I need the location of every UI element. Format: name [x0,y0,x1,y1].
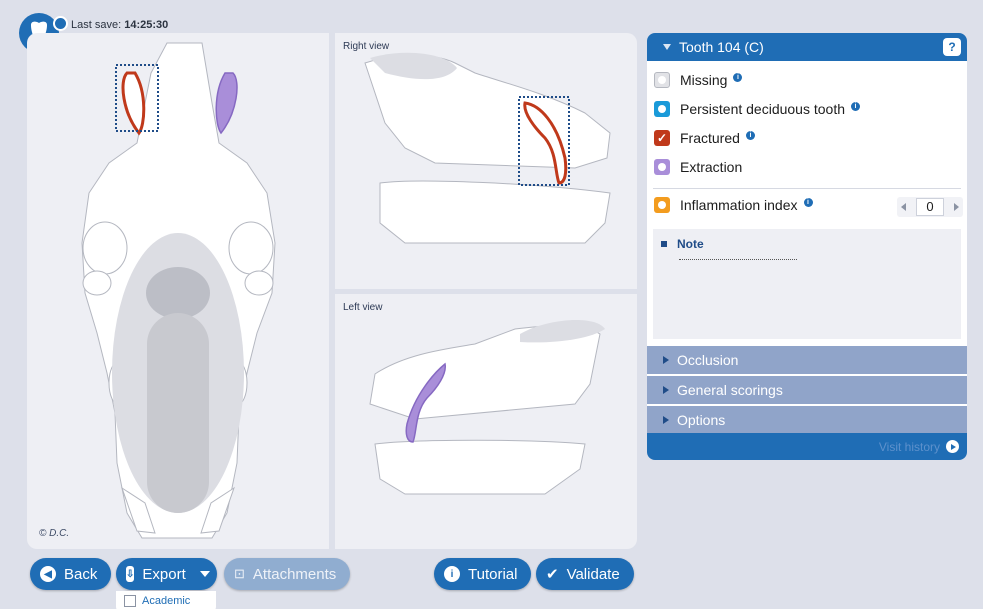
chevron-right-icon [663,356,669,364]
chevron-right-icon [663,386,669,394]
info-icon[interactable]: i [803,197,813,207]
attachments-label: Attachments [252,565,337,583]
copyright-text: © D.C. [39,528,70,539]
chevron-down-icon [663,44,671,50]
export-document-icon: ⇩ [126,566,135,582]
note-title: Note [677,237,704,251]
last-save-time: 14:25:30 [124,19,169,31]
square-bullet-icon [661,241,667,247]
option-inflammation-index[interactable]: Inflammation index i [654,197,813,213]
general-scorings-label: General scorings [677,382,783,398]
tooth-panel-header[interactable]: Tooth 104 (C) [647,33,967,61]
back-label: Back [64,565,98,583]
inflammation-label: Inflammation index [680,197,798,213]
export-button[interactable]: ⇩ Export [116,558,217,590]
play-circle-icon[interactable] [946,440,959,453]
validate-button[interactable]: ✔ Validate [536,558,634,590]
extraction-label: Extraction [680,159,743,175]
occlusion-label: Occlusion [677,352,739,368]
info-icon[interactable]: i [851,101,860,111]
missing-label: Missing [680,72,728,88]
extraction-checkbox[interactable] [654,159,670,175]
section-options[interactable]: Options [647,406,967,434]
option-missing[interactable]: Missing i [654,72,743,88]
persistent-deciduous-checkbox[interactable] [654,101,670,117]
academic-checkbox[interactable] [124,595,136,607]
help-button[interactable]: ? [943,38,961,56]
academic-label: Academic [142,595,191,607]
lock-icon[interactable] [53,16,68,31]
tutorial-button[interactable]: i Tutorial [434,558,532,590]
decrement-icon[interactable] [901,203,906,211]
academic-option[interactable]: Academic [116,591,216,609]
missing-checkbox[interactable] [654,72,670,88]
option-extraction[interactable]: Extraction [654,159,742,175]
occlusal-view-panel: © D.C. [27,33,329,549]
chevron-down-icon [199,571,210,577]
visit-history-label[interactable]: Visit history [879,440,940,454]
attachment-icon: ⊡ [234,566,245,581]
options-label: Options [677,412,726,428]
note-header: Note [661,237,704,251]
info-icon[interactable]: i [733,72,743,82]
tutorial-label: Tutorial [468,565,518,583]
inflammation-value[interactable]: 0 [916,198,944,216]
inflammation-stepper[interactable]: 0 [897,197,963,217]
inflammation-checkbox[interactable] [654,197,670,213]
note-input-line[interactable] [679,259,797,260]
back-button[interactable]: ◀ Back [30,558,112,590]
tooth-details-panel: Tooth 104 (C) ? Missing i Persistent dec… [647,33,967,460]
export-label: Export [142,565,186,583]
last-save-label: Last save: [71,19,122,31]
validate-label: Validate [566,565,620,583]
tooth-title: Tooth 104 (C) [679,39,764,55]
checkmark-icon: ✔ [546,566,559,583]
info-icon[interactable]: i [745,130,755,140]
skull-right-diagram [364,52,611,244]
left-view-panel: Left view [335,294,637,549]
persistent-deciduous-label: Persistent deciduous tooth [680,101,845,117]
note-section[interactable]: Note [653,229,961,339]
option-persistent-deciduous[interactable]: Persistent deciduous tooth i [654,101,860,117]
fractured-label: Fractured [680,130,740,146]
right-view-panel: Right view [335,33,637,289]
increment-icon[interactable] [954,203,959,211]
last-save-status: Last save: 14:25:30 [71,19,168,31]
visit-history-bar[interactable]: Visit history [647,433,967,460]
info-icon: i [444,566,460,582]
chevron-right-icon [663,416,669,424]
fractured-checkbox-checked[interactable]: ✓ [654,130,670,146]
attachments-button[interactable]: ⊡ Attachments [224,558,351,590]
section-occlusion[interactable]: Occlusion [647,346,967,374]
skull-left-diagram [369,319,605,495]
back-arrow-icon: ◀ [40,566,56,582]
skull-occlusal-diagram [81,42,276,539]
section-general-scorings[interactable]: General scorings [647,376,967,404]
option-fractured[interactable]: ✓ Fractured i [654,130,755,146]
divider [653,188,961,189]
